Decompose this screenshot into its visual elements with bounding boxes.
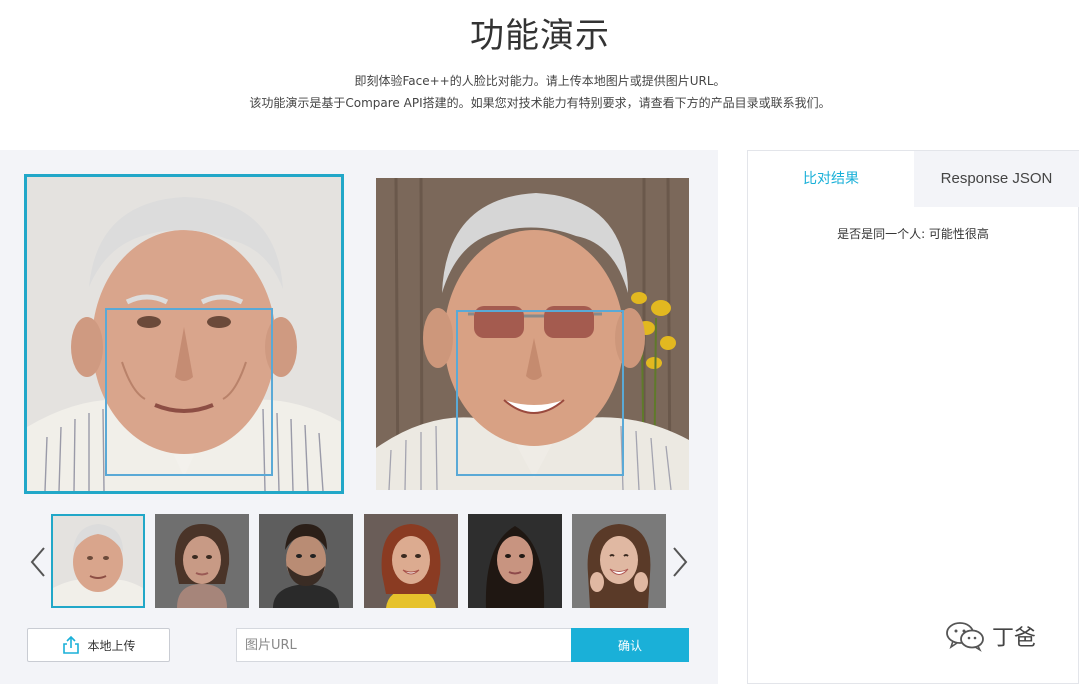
local-upload-label: 本地上传 — [87, 638, 136, 653]
tab-response-json[interactable]: Response JSON — [914, 151, 1079, 207]
chevron-right-icon[interactable] — [670, 542, 690, 582]
image-url-input[interactable] — [236, 628, 572, 662]
intro-text: 即刻体验Face++的人脸比对能力。请上传本地图片或提供图片URL。 该功能演示… — [0, 70, 1080, 114]
chevron-left-icon[interactable] — [28, 542, 48, 582]
face-detection-box-left — [105, 308, 273, 476]
watermark: 丁爸 — [944, 620, 1036, 652]
face-detection-box-right — [456, 310, 624, 476]
upload-icon — [63, 635, 80, 654]
tab-compare-result[interactable]: 比对结果 — [748, 151, 914, 207]
page-title: 功能演示 — [470, 16, 610, 56]
compare-result-text: 是否是同一个人: 可能性很高 — [837, 227, 989, 241]
watermark-text: 丁爸 — [992, 626, 1037, 651]
thumbnail-elderly-man[interactable] — [51, 514, 145, 608]
source-photo[interactable] — [24, 174, 344, 494]
thumbnail-woman-2[interactable] — [364, 514, 458, 608]
wechat-icon — [946, 622, 984, 652]
intro-line-1: 即刻体验Face++的人脸比对能力。请上传本地图片或提供图片URL。 — [354, 74, 726, 88]
thumbnail-woman-4[interactable] — [572, 514, 666, 608]
intro-line-2: 该功能演示是基于Compare API搭建的。如果您对技术能力有特别要求，请查看… — [249, 96, 831, 110]
confirm-button[interactable]: 确认 — [571, 628, 689, 662]
thumbnail-woman-3[interactable] — [468, 514, 562, 608]
thumbnail-woman-1[interactable] — [155, 514, 249, 608]
thumbnail-strip — [0, 512, 718, 610]
target-photo[interactable] — [376, 178, 689, 490]
thumbnail-man-beard[interactable] — [259, 514, 353, 608]
local-upload-button[interactable]: 本地上传 — [27, 628, 170, 662]
result-panel: 比对结果 Response JSON 是否是同一个人: 可能性很高 — [747, 150, 1079, 684]
